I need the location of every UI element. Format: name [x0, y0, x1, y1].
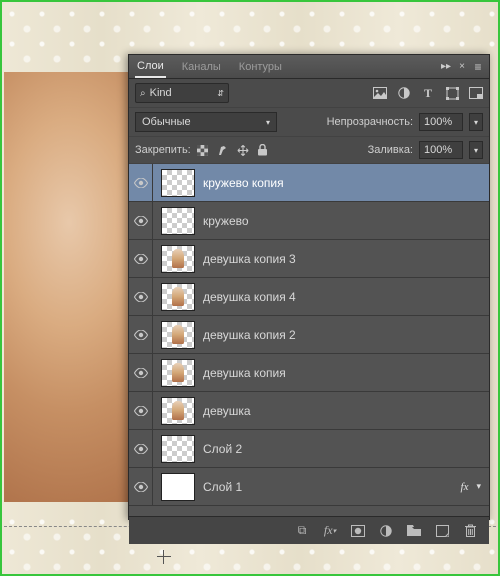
layer-name[interactable]: кружево	[203, 214, 489, 228]
layer-list[interactable]: кружево копия кружево девушка копия 3 девуш…	[129, 164, 489, 516]
visibility-toggle[interactable]	[129, 164, 153, 201]
lock-transparency-icon[interactable]	[197, 144, 209, 156]
kind-filter[interactable]: ⌕ Kind ⇵	[135, 83, 229, 103]
new-layer-icon[interactable]	[435, 524, 449, 538]
layer-thumbnail[interactable]	[161, 321, 195, 349]
blend-row: Обычные ▾ Непрозрачность: 100% ▾	[129, 108, 489, 137]
visibility-toggle[interactable]	[129, 468, 153, 505]
fill-input[interactable]: 100%	[419, 141, 463, 159]
chevron-down-icon: ⇵	[217, 89, 224, 98]
layer-thumbnail[interactable]	[161, 207, 195, 235]
tab-paths[interactable]: Контуры	[237, 57, 284, 77]
chevron-down-icon: ▾	[266, 118, 270, 127]
lock-row: Закрепить: Заливка: 100% ▾	[129, 137, 489, 164]
filter-pixel-icon[interactable]	[373, 86, 387, 100]
layer-row[interactable]: девушка копия 4	[129, 278, 489, 316]
collapse-icon[interactable]: ▸▸	[441, 62, 451, 72]
visibility-toggle[interactable]	[129, 430, 153, 467]
layer-thumbnail[interactable]	[161, 435, 195, 463]
fill-value: 100%	[424, 144, 452, 156]
layers-panel: Слои Каналы Контуры ▸▸ × ≡ ⌕ Kind ⇵ T Об…	[128, 54, 490, 520]
filter-row: ⌕ Kind ⇵ T	[129, 79, 489, 108]
opacity-dropdown[interactable]: ▾	[469, 113, 483, 131]
fx-icon[interactable]: fx▾	[323, 524, 337, 538]
lock-all-icon[interactable]	[257, 144, 269, 156]
layer-row[interactable]: кружево	[129, 202, 489, 240]
panel-tabs: Слои Каналы Контуры ▸▸ × ≡	[129, 55, 489, 79]
lock-label: Закрепить:	[135, 144, 191, 156]
filter-smart-icon[interactable]	[469, 86, 483, 100]
filter-shape-icon[interactable]	[445, 86, 459, 100]
tab-channels[interactable]: Каналы	[180, 57, 223, 77]
delete-layer-icon[interactable]	[463, 524, 477, 538]
visibility-toggle[interactable]	[129, 240, 153, 277]
tab-layers[interactable]: Слои	[135, 56, 166, 78]
visibility-toggle[interactable]	[129, 316, 153, 353]
photo	[4, 72, 134, 502]
kind-label: Kind	[150, 87, 172, 99]
layer-row[interactable]: Слой 2	[129, 430, 489, 468]
panel-footer: ⧉ fx▾	[129, 516, 489, 544]
opacity-input[interactable]: 100%	[419, 113, 463, 131]
layer-name[interactable]: девушка копия 2	[203, 328, 489, 342]
layer-name[interactable]: девушка копия	[203, 366, 489, 380]
link-layers-icon[interactable]: ⧉	[295, 524, 309, 538]
visibility-toggle[interactable]	[129, 354, 153, 391]
layer-thumbnail[interactable]	[161, 397, 195, 425]
new-fill-icon[interactable]	[379, 524, 393, 538]
visibility-toggle[interactable]	[129, 202, 153, 239]
layer-fx-indicator[interactable]: fx	[461, 481, 469, 493]
add-mask-icon[interactable]	[351, 524, 365, 538]
layer-thumbnail[interactable]	[161, 473, 195, 501]
visibility-toggle[interactable]	[129, 392, 153, 429]
blend-mode-select[interactable]: Обычные ▾	[135, 112, 277, 132]
layer-name[interactable]: Слой 1	[203, 480, 461, 494]
layer-thumbnail[interactable]	[161, 245, 195, 273]
new-group-icon[interactable]	[407, 524, 421, 538]
layer-row[interactable]: девушка копия 2	[129, 316, 489, 354]
lock-image-icon[interactable]	[217, 144, 229, 156]
layer-name[interactable]: девушка	[203, 404, 489, 418]
visibility-toggle[interactable]	[129, 278, 153, 315]
layer-row[interactable]: девушка копия 3	[129, 240, 489, 278]
layer-row[interactable]: Слой 1fx ▾	[129, 468, 489, 506]
layer-name[interactable]: кружево копия	[203, 176, 489, 190]
fill-dropdown[interactable]: ▾	[469, 141, 483, 159]
layer-name[interactable]: девушка копия 4	[203, 290, 489, 304]
opacity-value: 100%	[424, 116, 452, 128]
layer-thumbnail[interactable]	[161, 283, 195, 311]
layer-row[interactable]: девушка копия	[129, 354, 489, 392]
close-icon[interactable]: ×	[457, 62, 467, 72]
layer-thumbnail[interactable]	[161, 169, 195, 197]
panel-menu-icon[interactable]: ≡	[473, 62, 483, 72]
layer-thumbnail[interactable]	[161, 359, 195, 387]
layer-name[interactable]: девушка копия 3	[203, 252, 489, 266]
layer-name[interactable]: Слой 2	[203, 442, 489, 456]
filter-adjust-icon[interactable]	[397, 86, 411, 100]
layer-row[interactable]: девушка	[129, 392, 489, 430]
filter-type-icon[interactable]: T	[421, 86, 435, 100]
opacity-label: Непрозрачность:	[327, 116, 413, 128]
transform-center[interactable]	[157, 550, 171, 564]
fill-label: Заливка:	[368, 144, 413, 156]
search-icon: ⌕	[140, 88, 146, 99]
lock-position-icon[interactable]	[237, 144, 249, 156]
layer-row[interactable]: кружево копия	[129, 164, 489, 202]
chevron-down-icon[interactable]: ▾	[476, 481, 481, 492]
blend-mode-value: Обычные	[142, 116, 191, 128]
